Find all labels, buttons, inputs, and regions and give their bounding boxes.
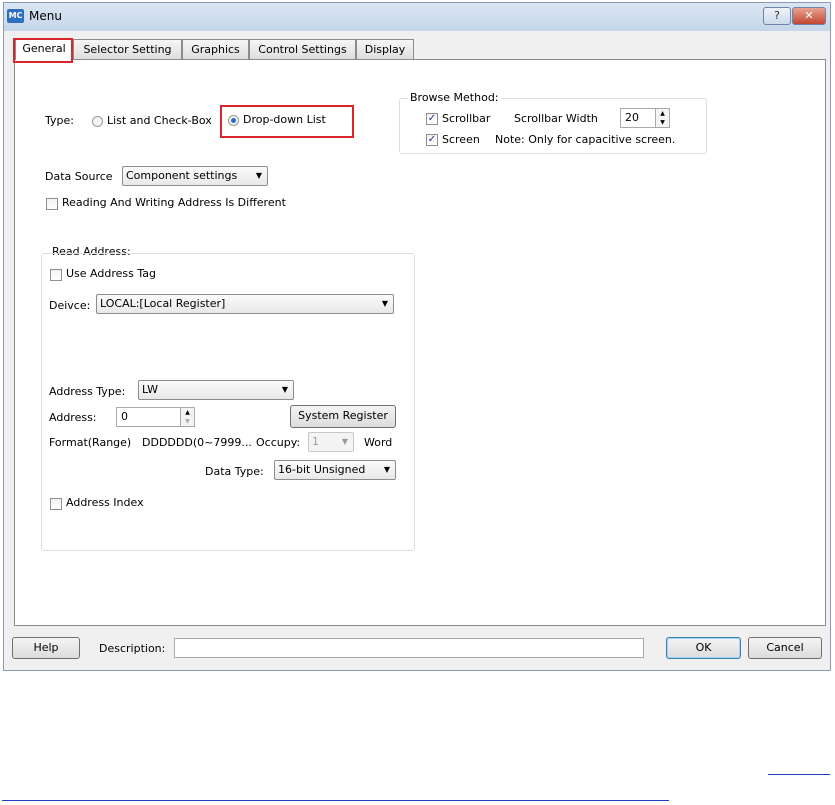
data-source-label: Data Source bbox=[45, 170, 113, 183]
address-input[interactable]: 0 bbox=[116, 407, 181, 427]
address-type-label: Address Type: bbox=[49, 385, 126, 398]
spin-up-icon[interactable]: ▲ bbox=[181, 408, 194, 417]
use-address-tag-checkbox[interactable] bbox=[50, 269, 62, 281]
data-source-value: Component settings bbox=[126, 169, 238, 182]
type-label: Type: bbox=[45, 114, 74, 127]
spin-down-icon[interactable]: ▼ bbox=[656, 118, 669, 127]
tab-control-settings[interactable]: Control Settings bbox=[249, 39, 356, 59]
app-icon: MC bbox=[7, 9, 24, 23]
radio-list-checkbox[interactable] bbox=[92, 116, 103, 127]
data-type-select[interactable]: 16-bit Unsigned ▼ bbox=[274, 460, 396, 480]
help-title-button[interactable]: ? bbox=[763, 7, 791, 25]
occupy-unit: Word bbox=[364, 436, 393, 449]
tab-general-highlight bbox=[13, 38, 73, 63]
radio-drop-down-list[interactable] bbox=[228, 115, 239, 126]
capacitive-note: Note: Only for capacitive screen. bbox=[495, 133, 676, 146]
chevron-down-icon: ▼ bbox=[383, 465, 390, 474]
data-source-select[interactable]: Component settings ▼ bbox=[122, 166, 268, 186]
device-select[interactable]: LOCAL:[Local Register] ▼ bbox=[96, 294, 394, 314]
help-button[interactable]: Help bbox=[12, 637, 80, 659]
scrollbar-width-input[interactable]: 20 bbox=[620, 108, 656, 128]
hyperlink-underline[interactable] bbox=[768, 774, 830, 775]
device-value: LOCAL:[Local Register] bbox=[100, 297, 226, 310]
chevron-down-icon: ▼ bbox=[381, 299, 388, 308]
device-label: Deivce: bbox=[49, 299, 91, 312]
address-index-label[interactable]: Address Index bbox=[66, 496, 144, 509]
hyperlink-underline[interactable] bbox=[2, 800, 669, 801]
address-type-value: LW bbox=[142, 383, 158, 396]
general-panel: Type: List and Check-Box Drop-down List … bbox=[14, 59, 826, 626]
scrollbar-width-label: Scrollbar Width bbox=[514, 112, 598, 125]
chevron-down-icon: ▼ bbox=[281, 385, 288, 394]
tab-selector-setting[interactable]: Selector Setting bbox=[73, 39, 182, 59]
tab-graphics[interactable]: Graphics bbox=[182, 39, 249, 59]
address-index-checkbox[interactable] bbox=[50, 498, 62, 510]
format-value: DDDDDD(0~7999... bbox=[142, 436, 252, 449]
scrollbar-label: Scrollbar bbox=[442, 112, 491, 125]
data-type-value: 16-bit Unsigned bbox=[278, 463, 366, 476]
scrollbar-checkbox[interactable]: ✓ bbox=[426, 113, 438, 125]
spin-up-icon[interactable]: ▲ bbox=[656, 109, 669, 118]
occupy-select: 1 ▼ bbox=[308, 432, 354, 452]
data-type-label: Data Type: bbox=[205, 465, 264, 478]
cancel-button[interactable]: Cancel bbox=[748, 637, 822, 659]
read-address-group: Use Address Tag Deivce: LOCAL:[Local Reg… bbox=[41, 253, 415, 551]
address-spinner[interactable]: ▲ ▼ bbox=[180, 407, 195, 427]
chevron-down-icon: ▼ bbox=[341, 437, 348, 446]
ok-button[interactable]: OK bbox=[666, 637, 741, 659]
title-bar[interactable]: MC Menu ? ✕ bbox=[4, 3, 830, 31]
screen-checkbox[interactable]: ✓ bbox=[426, 134, 438, 146]
browse-method-title: Browse Method: bbox=[408, 91, 501, 104]
rw-address-different-checkbox[interactable] bbox=[46, 198, 58, 210]
browse-method-group: Browse Method: ✓ Scrollbar Scrollbar Wid… bbox=[399, 91, 707, 154]
screen-label: Screen bbox=[442, 133, 480, 146]
spin-down-icon[interactable]: ▼ bbox=[181, 417, 194, 426]
address-label: Address: bbox=[49, 411, 97, 424]
description-label: Description: bbox=[99, 642, 166, 655]
address-type-select[interactable]: LW ▼ bbox=[138, 380, 294, 400]
window-title: Menu bbox=[29, 9, 62, 23]
menu-dialog: MC Menu ? ✕ General Selector Setting Gra… bbox=[3, 2, 831, 671]
description-input[interactable] bbox=[174, 638, 644, 658]
use-address-tag-label[interactable]: Use Address Tag bbox=[66, 267, 156, 280]
rw-address-different-label[interactable]: Reading And Writing Address Is Different bbox=[62, 196, 286, 209]
system-register-button[interactable]: System Register bbox=[290, 405, 396, 428]
format-label: Format(Range) bbox=[49, 436, 132, 449]
chevron-down-icon: ▼ bbox=[255, 171, 262, 180]
radio-drop-down-list-label[interactable]: Drop-down List bbox=[243, 113, 326, 126]
close-button[interactable]: ✕ bbox=[792, 7, 826, 25]
occupy-label: Occupy: bbox=[256, 436, 301, 449]
tab-display[interactable]: Display bbox=[356, 39, 414, 59]
occupy-value: 1 bbox=[312, 435, 319, 448]
radio-list-checkbox-label[interactable]: List and Check-Box bbox=[107, 114, 212, 127]
scrollbar-width-spinner[interactable]: ▲ ▼ bbox=[655, 108, 670, 128]
